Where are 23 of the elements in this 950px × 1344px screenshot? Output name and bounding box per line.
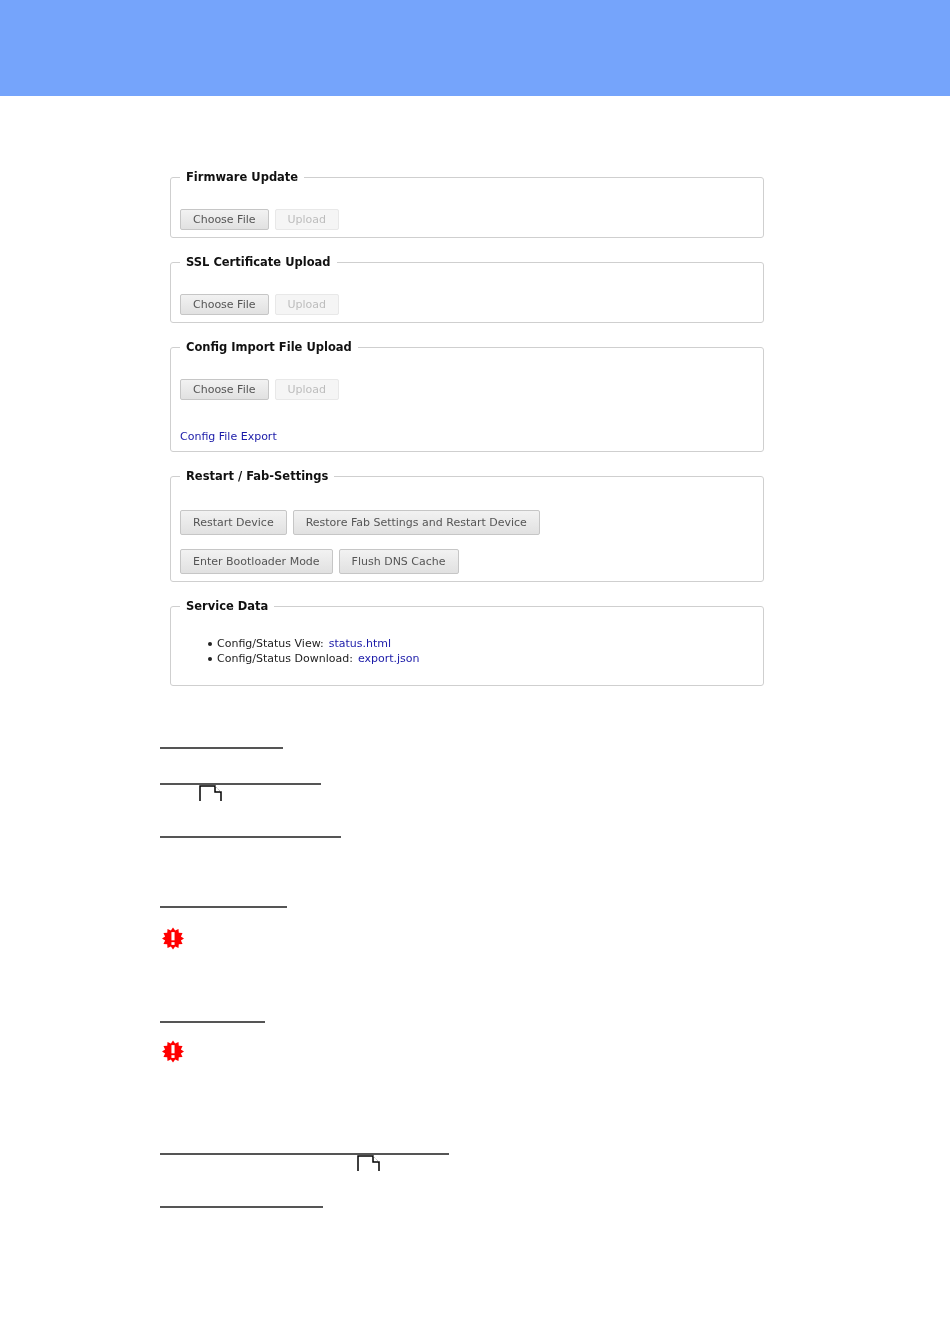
- page-icon: [357, 1155, 380, 1171]
- warning-burst-icon: [162, 927, 184, 950]
- form-button[interactable]: Choose File: [180, 379, 269, 400]
- section-title: Firmware Update: [185, 170, 300, 184]
- warning-burst-icon: [162, 1040, 184, 1063]
- file-link[interactable]: status.html: [328, 636, 392, 651]
- form-button[interactable]: Restart Device: [180, 510, 287, 535]
- export-link[interactable]: Config File Export: [180, 430, 277, 444]
- section-title: Service Data: [185, 599, 270, 613]
- bullet-icon: [208, 641, 212, 646]
- list-label: Config/Status Download:: [217, 651, 353, 666]
- form-button[interactable]: Choose File: [180, 294, 269, 315]
- file-link[interactable]: export.json: [357, 651, 420, 666]
- form-button[interactable]: Restore Fab Settings and Restart Device: [292, 510, 540, 535]
- section-title: Config Import File Upload: [185, 340, 353, 354]
- page-icon: [199, 785, 222, 801]
- form-button[interactable]: Choose File: [180, 209, 269, 230]
- section-title: SSL Certificate Upload: [185, 255, 332, 269]
- bullet-icon: [208, 656, 212, 661]
- list-label: Config/Status View:: [217, 636, 324, 651]
- form-button[interactable]: Flush DNS Cache: [338, 549, 459, 574]
- form-button[interactable]: Enter Bootloader Mode: [180, 549, 333, 574]
- section-title: Restart / Fab-Settings: [185, 469, 330, 483]
